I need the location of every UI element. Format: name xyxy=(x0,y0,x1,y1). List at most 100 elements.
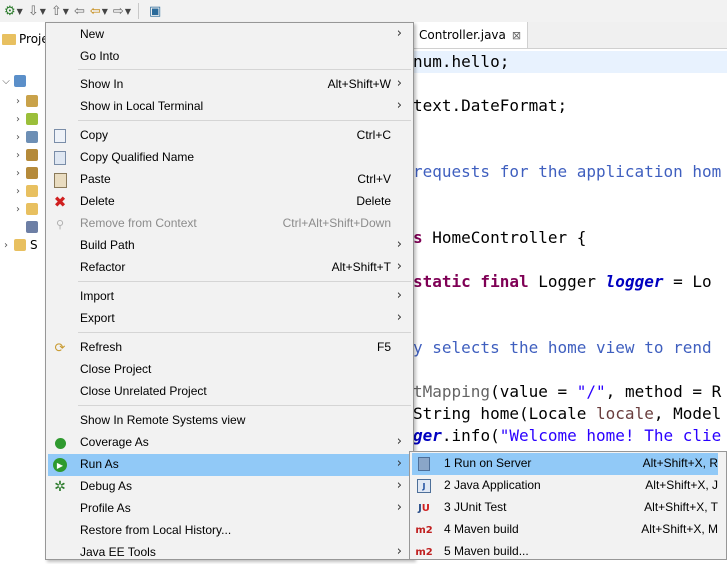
menu-item-restore-from-local-history[interactable]: Restore from Local History... xyxy=(48,520,411,542)
submenu-arrow-icon: › xyxy=(396,76,402,91)
close-icon[interactable]: ⊠ xyxy=(512,29,521,42)
chevron-down-icon[interactable]: ▼ xyxy=(40,7,46,16)
menu-item-copy-qualified-name[interactable]: Copy Qualified Name xyxy=(48,147,411,169)
submenu-item-label: 4 Maven build xyxy=(444,522,519,536)
submenu-item-3-junit-test[interactable]: JU 3 JUnit Test Alt+Shift+X, T xyxy=(412,497,718,519)
menu-item-copy[interactable]: Copy Ctrl+C xyxy=(48,125,411,147)
last-edit-icon[interactable]: ⇦ xyxy=(73,2,86,20)
library-icon xyxy=(26,149,38,161)
code-token: num.hello; xyxy=(413,52,510,71)
menu-item-show-in-remote-systems-view[interactable]: Show In Remote Systems view xyxy=(48,410,411,432)
menu-item-refresh[interactable]: ⟳ Refresh F5 xyxy=(48,337,411,359)
context-menu: New › Go Into Show In Alt+Shift+W › Show in Lo… xyxy=(45,22,414,560)
submenu-arrow-icon: › xyxy=(396,544,402,559)
expand-arrow-icon[interactable]: › xyxy=(0,240,12,251)
submenu-arrow-icon: › xyxy=(396,434,402,449)
menu-item-shortcut: Alt+Shift+T xyxy=(331,260,391,274)
menu-item-label: Remove from Context xyxy=(80,216,197,230)
tree-item[interactable] xyxy=(12,218,38,236)
menu-item-debug-as[interactable]: ✲ Debug As › xyxy=(48,476,411,498)
folder-icon xyxy=(14,239,26,251)
run-icon: ▶ xyxy=(52,457,68,473)
code-line[interactable]: num.hello; xyxy=(413,51,727,73)
expand-arrow-icon[interactable]: › xyxy=(12,168,24,179)
menu-item-label: New xyxy=(80,27,105,41)
menu-item-run-as[interactable]: ▶ Run As › xyxy=(48,454,411,476)
code-line[interactable]: requests for the application hom xyxy=(413,161,721,183)
run-toolbar-icon[interactable]: ⚙ ▼ xyxy=(3,2,24,20)
tree-item[interactable]: › xyxy=(12,182,38,200)
menu-item-build-path[interactable]: Build Path › xyxy=(48,235,411,257)
chevron-down-icon[interactable]: ▼ xyxy=(63,7,69,16)
open-console-icon[interactable]: ▣ xyxy=(148,2,162,20)
menu-item-label: Import xyxy=(80,289,115,303)
chevron-down-icon[interactable]: ▼ xyxy=(125,7,131,16)
menu-item-label: Java EE Tools xyxy=(80,545,156,559)
code-token: , method = R xyxy=(605,382,722,401)
collapse-arrow-icon[interactable]: ⌵ xyxy=(0,76,12,87)
menu-item-delete[interactable]: ✖ Delete Delete xyxy=(48,191,411,213)
submenu-arrow-icon: › xyxy=(396,310,402,325)
code-line[interactable]: String home(Locale locale, Model xyxy=(413,403,721,425)
explorer-tab[interactable]: Proje xyxy=(0,28,49,50)
tree-item[interactable]: › xyxy=(12,164,38,182)
next-annotation-icon[interactable]: ⇩ ▼ xyxy=(27,2,47,20)
menu-item-new[interactable]: New › xyxy=(48,24,411,46)
code-line[interactable]: s HomeController { xyxy=(413,227,586,249)
code-line[interactable]: tMapping(value = "/", method = R xyxy=(413,381,721,403)
menu-item-refactor[interactable]: Refactor Alt+Shift+T › xyxy=(48,257,411,279)
chevron-down-icon[interactable]: ▼ xyxy=(17,7,23,16)
submenu-arrow-icon: › xyxy=(396,478,402,493)
tree-item[interactable]: ⌵ xyxy=(0,72,26,90)
junit-icon: JU xyxy=(418,502,430,514)
back-icon[interactable]: ⇦ ▼ xyxy=(89,2,109,20)
submenu-item-1-run-on-server[interactable]: 1 Run on Server Alt+Shift+X, R xyxy=(412,453,718,475)
chevron-down-icon[interactable]: ▼ xyxy=(102,7,108,16)
menu-item-java-ee-tools[interactable]: Java EE Tools › xyxy=(48,542,411,564)
refresh-icon: ⟳ xyxy=(54,340,66,356)
menu-item-label: Show in Local Terminal xyxy=(80,99,204,113)
code-token: y selects the home view to rend xyxy=(413,338,712,357)
menu-separator xyxy=(78,120,411,121)
menu-item-import[interactable]: Import › xyxy=(48,286,411,308)
expand-arrow-icon[interactable]: › xyxy=(12,132,24,143)
tree-item[interactable]: › xyxy=(12,128,38,146)
menu-item-paste[interactable]: Paste Ctrl+V xyxy=(48,169,411,191)
menu-item-coverage-as[interactable]: Coverage As › xyxy=(48,432,411,454)
copy-icon xyxy=(52,128,68,144)
menu-item-go-into[interactable]: Go Into xyxy=(48,46,411,68)
submenu-item-2-java-application[interactable]: J 2 Java Application Alt+Shift+X, J xyxy=(412,475,718,497)
expand-arrow-icon[interactable]: › xyxy=(12,150,24,161)
menu-item-close-project[interactable]: Close Project xyxy=(48,359,411,381)
tree-item[interactable]: › xyxy=(12,146,38,164)
tree-item[interactable]: › S xyxy=(0,236,38,254)
submenu-item-4-maven-build[interactable]: m2 4 Maven build Alt+Shift+X, M xyxy=(412,519,718,541)
menu-item-label: Debug As xyxy=(80,479,133,493)
code-line[interactable]: static final Logger logger = Lo xyxy=(413,271,712,293)
expand-arrow-icon[interactable]: › xyxy=(12,204,24,215)
code-line[interactable]: text.DateFormat; xyxy=(413,95,567,117)
code-line[interactable]: ger.info("Welcome home! The clie xyxy=(413,425,721,447)
code-line[interactable]: y selects the home view to rend xyxy=(413,337,712,359)
menu-item-label: Show In xyxy=(80,77,124,91)
submenu-item-shortcut: Alt+Shift+X, T xyxy=(644,500,718,514)
menu-item-show-in-local-terminal[interactable]: Show in Local Terminal › xyxy=(48,96,411,118)
code-token: "/" xyxy=(576,382,606,401)
menu-item-shortcut: Delete xyxy=(356,194,391,208)
editor-tab[interactable]: Controller.java ⊠ xyxy=(413,22,529,48)
expand-arrow-icon[interactable]: › xyxy=(12,114,24,125)
menu-item-profile-as[interactable]: Profile As › xyxy=(48,498,411,520)
expand-arrow-icon[interactable]: › xyxy=(12,96,24,107)
tree-item[interactable]: › xyxy=(12,110,38,128)
prev-annotation-icon[interactable]: ⇧ ▼ xyxy=(50,2,70,20)
code-token: ger xyxy=(413,426,442,445)
run-as-submenu: 1 Run on Server Alt+Shift+X, R J 2 Java App… xyxy=(409,451,727,560)
submenu-item-label: 2 Java Application xyxy=(444,478,541,492)
menu-item-show-in[interactable]: Show In Alt+Shift+W › xyxy=(48,74,411,96)
menu-item-export[interactable]: Export › xyxy=(48,308,411,330)
menu-item-close-unrelated-project[interactable]: Close Unrelated Project xyxy=(48,381,411,403)
tree-item[interactable]: › xyxy=(12,92,38,110)
forward-icon[interactable]: ⇨ ▼ xyxy=(112,2,132,20)
tree-item[interactable]: › xyxy=(12,200,38,218)
expand-arrow-icon[interactable]: › xyxy=(12,186,24,197)
